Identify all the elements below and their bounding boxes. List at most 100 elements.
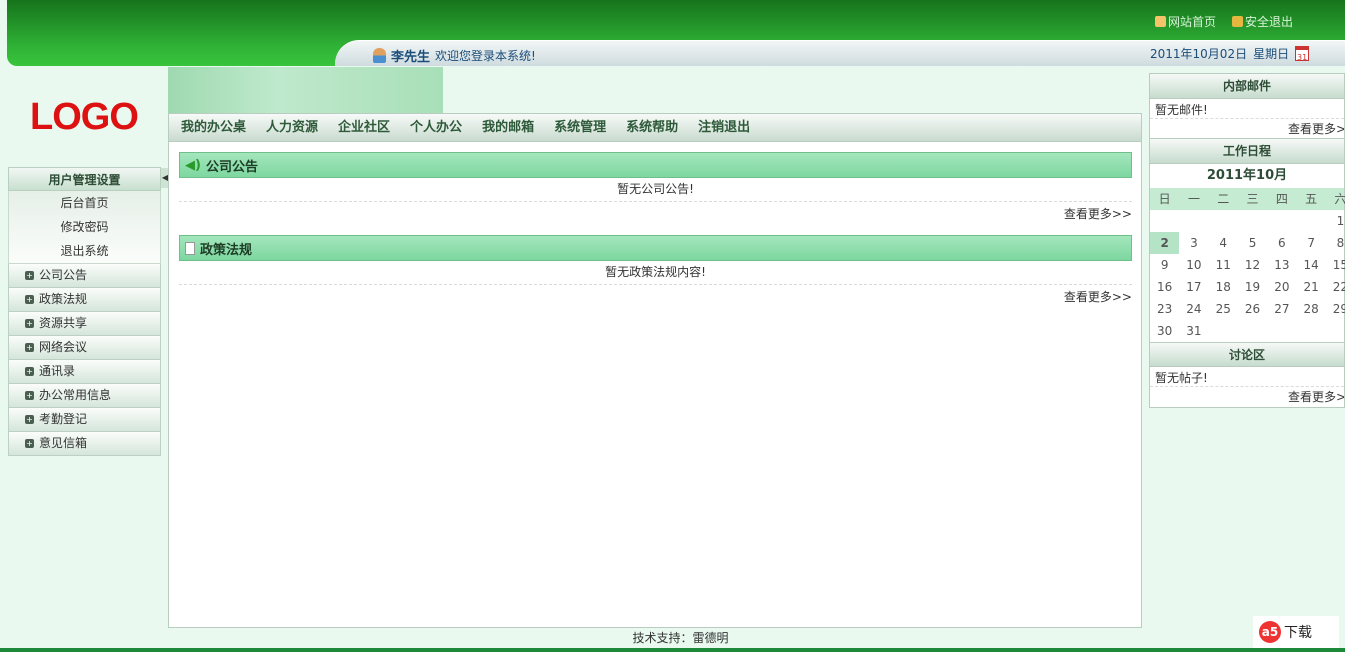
lock-icon bbox=[1232, 16, 1243, 27]
calendar-day bbox=[1296, 320, 1325, 342]
weekday-label: 五 bbox=[1305, 192, 1318, 206]
plus-icon: + bbox=[25, 319, 34, 328]
calendar-day[interactable]: 13 bbox=[1267, 254, 1296, 276]
plus-icon: + bbox=[25, 415, 34, 424]
weekday-label: 三 bbox=[1246, 192, 1259, 206]
calendar-day[interactable]: 28 bbox=[1296, 298, 1325, 320]
calendar-day[interactable]: 21 bbox=[1296, 276, 1325, 298]
weekday-label: 四 bbox=[1275, 192, 1288, 206]
plus-icon: + bbox=[25, 439, 34, 448]
calendar-day[interactable]: 2 bbox=[1150, 232, 1180, 254]
document-icon bbox=[185, 241, 195, 255]
more-link[interactable]: 查看更多>> bbox=[179, 202, 1132, 227]
main-panel: 我的办公桌 人力资源 企业社区 个人办公 我的邮箱 系统管理 系统帮助 注销退出… bbox=[168, 113, 1142, 628]
calendar-day bbox=[1267, 210, 1296, 232]
calendar-day bbox=[1150, 210, 1179, 232]
calendar-day bbox=[1238, 320, 1267, 342]
calendar-day bbox=[1326, 320, 1345, 342]
sidebar-item[interactable]: + 意见信箱 bbox=[8, 432, 161, 456]
mail-header: 内部邮件 bbox=[1150, 74, 1344, 99]
calendar-day[interactable]: 11 bbox=[1209, 254, 1238, 276]
sidebar-item[interactable]: + 考勤登记 bbox=[8, 408, 161, 432]
nav-logout[interactable]: 注销退出 bbox=[698, 114, 750, 141]
plus-icon: + bbox=[25, 295, 34, 304]
nav-desk[interactable]: 我的办公桌 bbox=[181, 114, 246, 141]
calendar-week: 30 31 bbox=[1150, 320, 1344, 342]
section-header: ◀) 公司公告 bbox=[179, 152, 1132, 178]
calendar-week: 16 17 18 19 20 21 22 bbox=[1150, 276, 1345, 298]
calendar-day[interactable]: 10 bbox=[1179, 254, 1208, 276]
calendar-day[interactable]: 16 bbox=[1150, 276, 1179, 298]
calendar-day[interactable]: 23 bbox=[1150, 298, 1179, 320]
calendar-day[interactable]: 1 bbox=[1326, 210, 1345, 232]
calendar-day[interactable]: 26 bbox=[1238, 298, 1267, 320]
schedule-header: 工作日程 bbox=[1150, 139, 1344, 164]
calendar-weekdays: 日一二三四五六 bbox=[1150, 188, 1345, 210]
sidebar-sub-exit[interactable]: 退出系统 bbox=[9, 239, 160, 263]
sidebar-sub-password[interactable]: 修改密码 bbox=[9, 215, 160, 239]
right-panel: 内部邮件 暂无邮件! 查看更多>> 工作日程 2011年10月 日一二三四五六1… bbox=[1149, 73, 1345, 408]
sidebar-item[interactable]: + 办公常用信息 bbox=[8, 384, 161, 408]
calendar-day[interactable]: 15 bbox=[1326, 254, 1345, 276]
calendar-week: 9 10 11 12 13 14 15 bbox=[1150, 254, 1345, 276]
calendar-day[interactable]: 5 bbox=[1238, 232, 1267, 254]
calendar-week: 2345678 bbox=[1150, 232, 1344, 254]
calendar-day[interactable]: 14 bbox=[1296, 254, 1325, 276]
mail-more-link[interactable]: 查看更多>> bbox=[1150, 119, 1344, 139]
sidebar-item[interactable]: + 网络会议 bbox=[8, 336, 161, 360]
nav-personal[interactable]: 个人办公 bbox=[410, 114, 462, 141]
calendar-day[interactable]: 12 bbox=[1238, 254, 1267, 276]
policy-section: 政策法规 暂无政策法规内容! 查看更多>> bbox=[179, 235, 1132, 310]
sidebar-item[interactable]: + 政策法规 bbox=[8, 288, 161, 312]
calendar-day[interactable]: 27 bbox=[1267, 298, 1296, 320]
calendar-day[interactable]: 4 bbox=[1209, 232, 1238, 254]
calendar-day[interactable]: 20 bbox=[1267, 276, 1296, 298]
calendar-day[interactable]: 8 bbox=[1326, 232, 1345, 254]
nav-hr[interactable]: 人力资源 bbox=[266, 114, 318, 141]
nav-help[interactable]: 系统帮助 bbox=[626, 114, 678, 141]
home-link[interactable]: 网站首页 bbox=[1155, 13, 1216, 30]
calendar-day[interactable]: 30 bbox=[1150, 320, 1179, 342]
nav-community[interactable]: 企业社区 bbox=[338, 114, 390, 141]
home-icon bbox=[1155, 16, 1166, 27]
nav-system[interactable]: 系统管理 bbox=[554, 114, 606, 141]
plus-icon: + bbox=[25, 271, 34, 280]
calendar-day bbox=[1267, 320, 1296, 342]
calendar-day[interactable]: 19 bbox=[1238, 276, 1267, 298]
calendar-day bbox=[1209, 320, 1238, 342]
calendar-day[interactable]: 24 bbox=[1179, 298, 1208, 320]
calendar-day bbox=[1179, 210, 1208, 232]
sidebar-sub-home[interactable]: 后台首页 bbox=[9, 191, 160, 215]
sidebar-item[interactable]: + 通讯录 bbox=[8, 360, 161, 384]
announcement-section: ◀) 公司公告 暂无公司公告! 查看更多>> bbox=[179, 152, 1132, 227]
calendar-day[interactable]: 3 bbox=[1179, 232, 1208, 254]
nav-mailbox[interactable]: 我的邮箱 bbox=[482, 114, 534, 141]
calendar-day[interactable]: 22 bbox=[1326, 276, 1345, 298]
section-header: 政策法规 bbox=[179, 235, 1132, 261]
banner-image bbox=[168, 67, 443, 113]
calendar-day[interactable]: 17 bbox=[1179, 276, 1208, 298]
calendar-day[interactable]: 25 bbox=[1209, 298, 1238, 320]
sidebar-item[interactable]: + 公司公告 bbox=[8, 264, 161, 288]
more-link[interactable]: 查看更多>> bbox=[179, 285, 1132, 310]
forum-more-link[interactable]: 查看更多>> bbox=[1150, 387, 1344, 407]
sidebar-header[interactable]: 用户管理设置 ◀ bbox=[8, 167, 169, 191]
main-nav: 我的办公桌 人力资源 企业社区 个人办公 我的邮箱 系统管理 系统帮助 注销退出 bbox=[169, 114, 1141, 142]
calendar-day bbox=[1209, 210, 1238, 232]
weekday-label: 六 bbox=[1334, 192, 1345, 206]
calendar-day[interactable]: 31 bbox=[1179, 320, 1208, 342]
calendar-icon[interactable]: 31 bbox=[1295, 46, 1310, 62]
calendar-day[interactable]: 7 bbox=[1296, 232, 1325, 254]
sidebar-item[interactable]: + 资源共享 bbox=[8, 312, 161, 336]
plus-icon: + bbox=[25, 367, 34, 376]
sidebar-submenu: 后台首页 修改密码 退出系统 bbox=[8, 191, 161, 264]
forum-header: 讨论区 bbox=[1150, 342, 1344, 367]
calendar-week: 1 bbox=[1150, 210, 1345, 232]
calendar-day[interactable]: 6 bbox=[1267, 232, 1296, 254]
calendar-day[interactable]: 18 bbox=[1209, 276, 1238, 298]
date-display: 2011年10月02日 星期日 31 bbox=[1150, 46, 1310, 62]
calendar-day[interactable]: 29 bbox=[1326, 298, 1345, 320]
logout-link[interactable]: 安全退出 bbox=[1232, 13, 1293, 30]
calendar-day[interactable]: 9 bbox=[1150, 254, 1179, 276]
calendar-day bbox=[1238, 210, 1267, 232]
